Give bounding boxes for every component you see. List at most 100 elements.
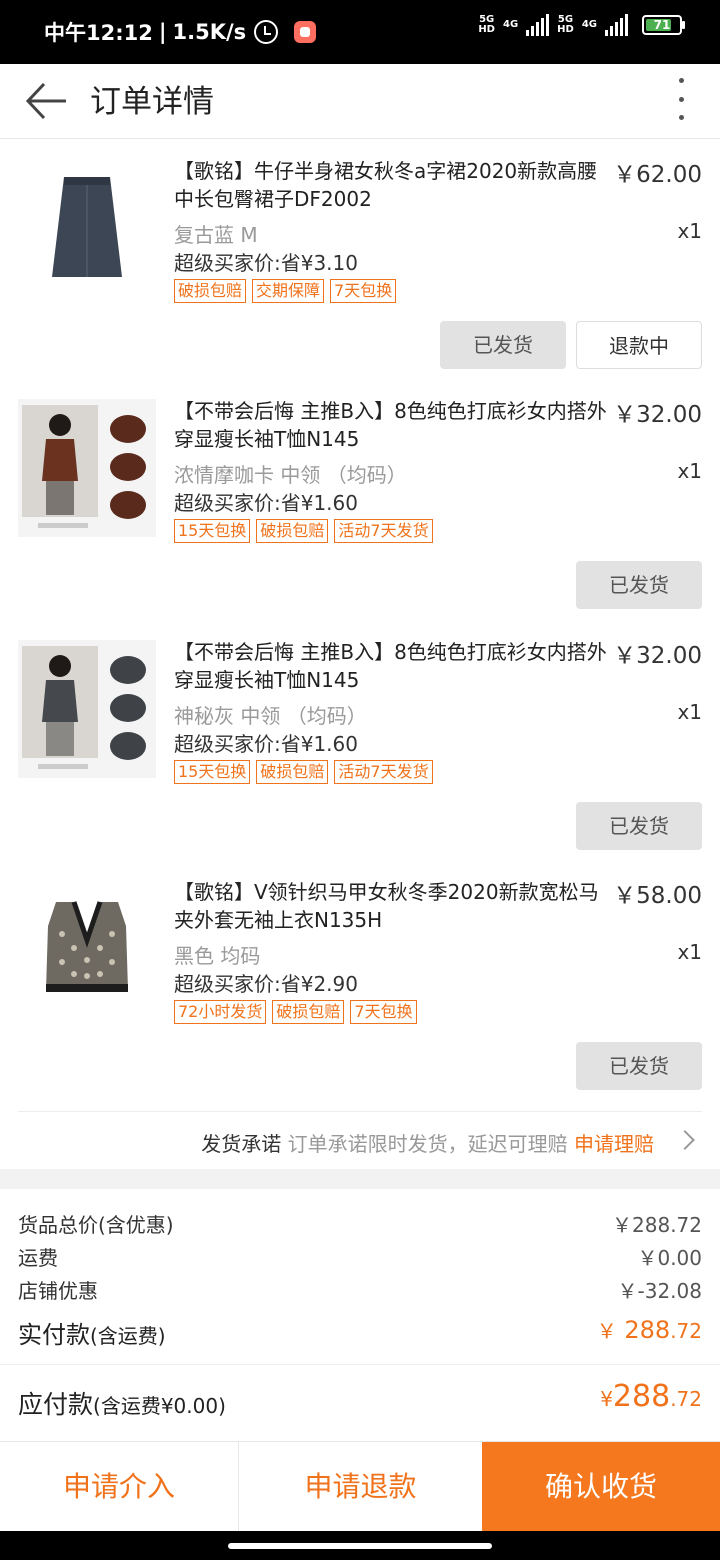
service-tag: 72小时发货 — [174, 1000, 267, 1024]
summary-value: ￥0.00 — [637, 1246, 702, 1270]
app-notification-icon — [294, 21, 317, 43]
network-tag-2: 5G HD — [557, 15, 574, 35]
request-refund-button[interactable]: 申请退款 — [239, 1442, 482, 1532]
network-sub-1: HD — [478, 24, 495, 35]
payable-amount: ¥288.72 — [600, 1379, 702, 1414]
summary-value: ￥288.72 — [612, 1213, 702, 1237]
service-tag: 活动7天发货 — [334, 519, 433, 543]
product-image-brown-top[interactable] — [18, 399, 156, 537]
status-separator: | — [158, 20, 167, 44]
product-title[interactable]: 【不带会后悔 主推B入】8色纯色打底衫女内搭外穿显瘦长袖T恤N145 — [174, 638, 614, 694]
product-image-denim-skirt[interactable] — [18, 159, 156, 297]
service-tag: 破损包赔 — [256, 760, 329, 784]
service-tag: 破损包赔 — [174, 279, 247, 303]
currency-symbol: ¥ — [600, 1387, 613, 1411]
price-summary: 货品总价(含优惠) ￥288.72 运费 ￥0.00 店铺优惠 ￥-32.08 … — [0, 1189, 720, 1364]
signal-icon-1 — [526, 14, 550, 36]
actual-paid-amount: ￥ 288.72 — [597, 1315, 702, 1344]
shipped-status-button[interactable]: 已发货 — [576, 802, 702, 850]
page-header: 订单详情 — [0, 64, 720, 139]
product-spec: 神秘灰 中领 （均码） — [174, 704, 367, 728]
summary-row-goods-total: 货品总价(含优惠) ￥288.72 — [18, 1209, 702, 1238]
network-speed: 1.5K/s — [172, 20, 247, 44]
buyer-discount: 超级买家价:省¥2.90 — [174, 972, 358, 996]
product-quantity: x1 — [677, 940, 702, 964]
chevron-right-icon[interactable] — [675, 1130, 695, 1150]
network-sub-2: HD — [557, 24, 574, 35]
payable-note: (含运费¥0.00) — [93, 1394, 226, 1418]
status-right: 5G HD 4G 5G HD 4G 71 — [478, 14, 685, 36]
amount-payable: 应付款(含运费¥0.00) ¥288.72 — [0, 1364, 720, 1441]
claim-compensation-link[interactable]: 申请理赔 — [574, 1132, 654, 1156]
amount-integer: 288 — [612, 1379, 671, 1414]
product-spec: 浓情摩咖卡 中领 （均码） — [174, 463, 407, 487]
buyer-discount: 超级买家价:省¥1.60 — [174, 732, 358, 756]
summary-label: 货品总价(含优惠) — [18, 1213, 174, 1237]
product-price: ￥32.00 — [613, 402, 702, 428]
product-price: ￥32.00 — [613, 643, 702, 669]
signal-icon-2 — [605, 14, 628, 36]
product-image-knit-vest[interactable] — [18, 880, 156, 1018]
payable-label: 应付款(含运费¥0.00) — [18, 1385, 226, 1421]
product-title[interactable]: 【不带会后悔 主推B入】8色纯色打底衫女内搭外穿显瘦长袖T恤N145 — [174, 397, 614, 453]
product-title[interactable]: 【歌铭】牛仔半身裙女秋冬a字裙2020新款高腰中长包臀裙子DF2002 — [174, 157, 614, 213]
alarm-icon — [254, 20, 279, 44]
network-type-2: 4G — [581, 19, 597, 30]
service-tag: 15天包换 — [174, 760, 251, 784]
network-type-1: 4G — [502, 19, 519, 30]
status-bar: 中午12:12 | 1.5K/s 5G HD 4G 5G HD 4G 71 — [0, 0, 720, 64]
summary-label: 运费 — [18, 1246, 58, 1270]
summary-row-shipping: 运费 ￥0.00 — [18, 1242, 702, 1271]
page-title: 订单详情 — [90, 84, 214, 120]
promise-label: 发货承诺 — [201, 1132, 282, 1156]
product-price: ￥58.00 — [613, 883, 702, 909]
amount-integer: 288 — [624, 1316, 671, 1344]
service-tags: 72小时发货 破损包赔 7天包换 — [174, 1000, 417, 1024]
actual-paid-label: 实付款(含运费) — [18, 1321, 166, 1349]
payable-title: 应付款 — [18, 1390, 94, 1419]
promise-description: 订单承诺限时发货，延迟可理赔 — [287, 1132, 568, 1156]
service-tags: 15天包换 破损包赔 活动7天发货 — [174, 760, 433, 784]
service-tag: 15天包换 — [174, 519, 251, 543]
more-options-icon[interactable] — [676, 74, 686, 124]
promise-text: 发货承诺 订单承诺限时发货，延迟可理赔 申请理赔 — [201, 1128, 654, 1157]
product-price: ￥62.00 — [613, 162, 702, 188]
confirm-receipt-button[interactable]: 确认收货 — [482, 1442, 720, 1532]
service-tag: 交期保障 — [252, 279, 325, 303]
service-tag: 活动7天发货 — [334, 760, 433, 784]
product-title[interactable]: 【歌铭】V领针织马甲女秋冬季2020新款宽松马夹外套无袖上衣N135H — [174, 878, 614, 934]
product-spec: 复古蓝 M — [174, 223, 258, 247]
shipped-status-button[interactable]: 已发货 — [576, 561, 702, 609]
network-tag-1: 5G HD — [478, 15, 495, 35]
service-tag: 7天包换 — [350, 1000, 417, 1024]
buyer-discount: 超级买家价:省¥3.10 — [174, 251, 358, 275]
delivery-promise[interactable]: 发货承诺 订单承诺限时发货，延迟可理赔 申请理赔 — [18, 1111, 702, 1170]
product-quantity: x1 — [677, 219, 702, 243]
service-tag: 破损包赔 — [256, 519, 329, 543]
refund-in-progress-button[interactable]: 退款中 — [576, 321, 702, 369]
battery-level: 71 — [653, 18, 671, 32]
summary-row-store-discount: 店铺优惠 ￥-32.08 — [18, 1275, 702, 1304]
buyer-discount: 超级买家价:省¥1.60 — [174, 491, 358, 515]
amount-decimal: .72 — [670, 1319, 702, 1343]
shipped-status-button[interactable]: 已发货 — [576, 1042, 702, 1090]
request-intervention-button[interactable]: 申请介入 — [0, 1442, 239, 1532]
actual-paid-note: (含运费) — [90, 1324, 166, 1348]
actual-paid-row: 实付款(含运费) ￥ 288.72 — [18, 1315, 702, 1355]
summary-label: 店铺优惠 — [18, 1279, 98, 1303]
order-items: 【歌铭】牛仔半身裙女秋冬a字裙2020新款高腰中长包臀裙子DF2002 ￥62.… — [0, 139, 720, 1169]
home-indicator[interactable] — [228, 1543, 492, 1549]
status-time: 中午12:12 — [44, 21, 153, 45]
actual-paid-title: 实付款 — [18, 1321, 90, 1349]
amount-decimal: .72 — [670, 1387, 702, 1411]
currency-symbol: ￥ — [596, 1319, 617, 1343]
shipped-status-button[interactable]: 已发货 — [440, 321, 566, 369]
back-arrow-icon[interactable] — [24, 78, 70, 124]
product-quantity: x1 — [677, 700, 702, 724]
product-quantity: x1 — [677, 459, 702, 483]
summary-value: ￥-32.08 — [617, 1279, 702, 1303]
service-tags: 15天包换 破损包赔 活动7天发货 — [174, 519, 433, 543]
product-image-gray-top[interactable] — [18, 640, 156, 778]
battery-icon: 71 — [642, 15, 685, 35]
service-tag: 7天包换 — [330, 279, 397, 303]
